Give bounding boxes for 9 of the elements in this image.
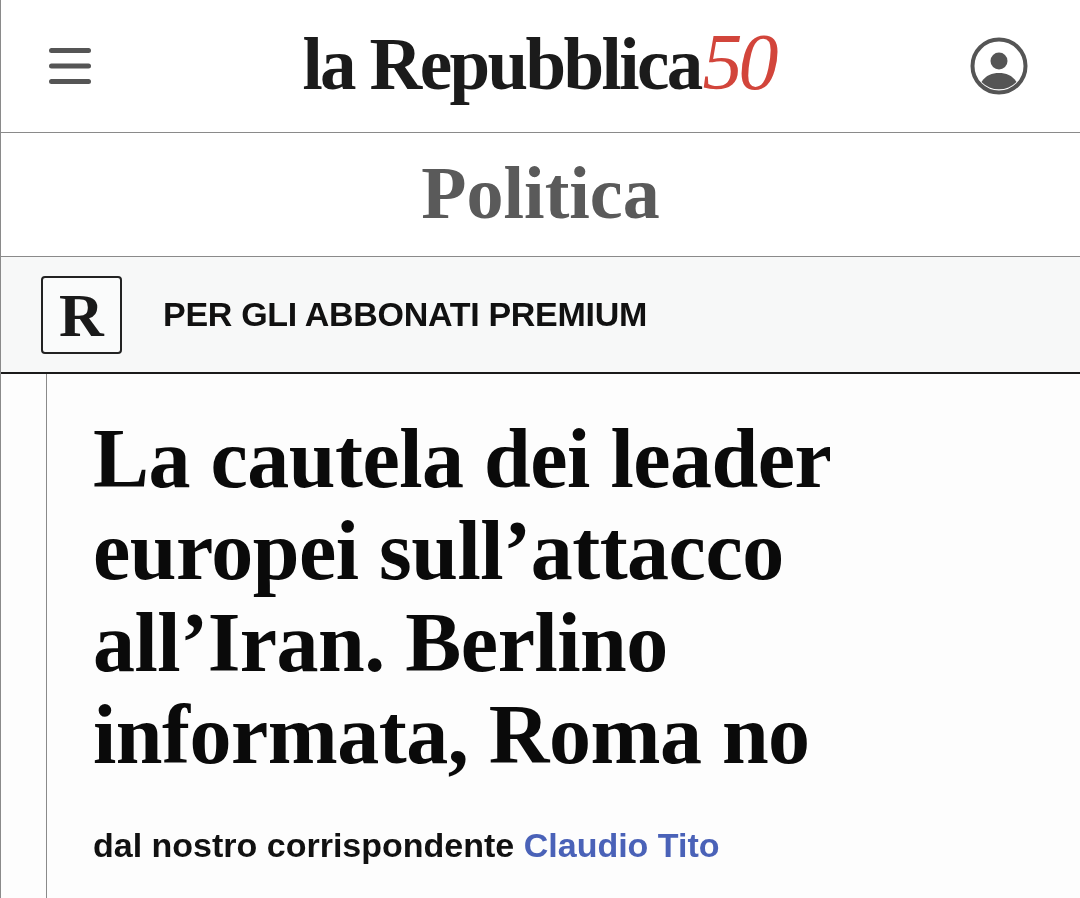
user-account-icon[interactable] (970, 37, 1028, 95)
byline: dal nostro corrispondente Claudio Tito (93, 825, 721, 865)
section-title: Politica (421, 155, 660, 234)
article-headline: La cautela dei leader europei sull’attacco all’Iran. Berlino informata, Roma no (93, 411, 831, 781)
logo-anniversary-number: 50 (702, 22, 775, 102)
premium-label: PER GLI ABBONATI PREMIUM (163, 295, 647, 334)
menu-icon[interactable] (49, 48, 91, 84)
author-link[interactable]: Claudio Tito (523, 826, 720, 864)
premium-badge: R (41, 275, 122, 354)
